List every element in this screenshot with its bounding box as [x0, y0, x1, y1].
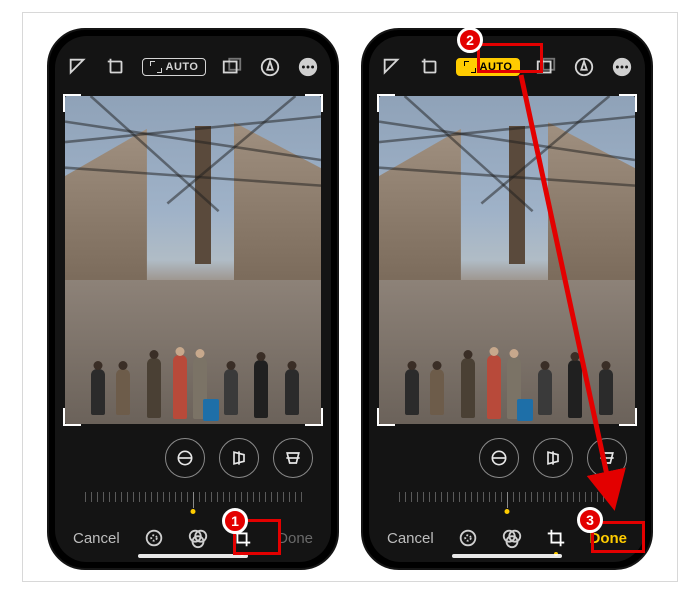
markup-icon[interactable]: [573, 56, 595, 78]
auto-button[interactable]: AUTO: [456, 58, 521, 76]
filters-tab-icon[interactable]: [187, 527, 209, 549]
angle-slider[interactable]: [369, 486, 645, 514]
more-icon[interactable]: [297, 56, 319, 78]
aspect-ratio-icon[interactable]: [535, 56, 557, 78]
angle-slider[interactable]: [55, 486, 331, 514]
perspective-h-button[interactable]: [219, 438, 259, 478]
aspect-ratio-icon[interactable]: [221, 56, 243, 78]
filters-tab-icon[interactable]: [501, 527, 523, 549]
slider-indicator-dot: [191, 509, 196, 514]
straighten-button[interactable]: [479, 438, 519, 478]
crop-handle-br[interactable]: [619, 408, 637, 426]
cancel-button[interactable]: Cancel: [73, 530, 120, 547]
adjust-tab-icon[interactable]: [143, 527, 165, 549]
perspective-v-button[interactable]: [587, 438, 627, 478]
flip-vertical-icon[interactable]: [67, 56, 89, 78]
auto-label: AUTO: [480, 61, 513, 73]
perspective-h-button[interactable]: [533, 438, 573, 478]
done-button[interactable]: Done: [589, 530, 627, 547]
crop-handle-tl[interactable]: [377, 94, 395, 112]
crop-handle-tr[interactable]: [619, 94, 637, 112]
home-indicator: [138, 554, 248, 558]
slider-indicator-dot: [505, 509, 510, 514]
perspective-v-button[interactable]: [273, 438, 313, 478]
straighten-button[interactable]: [165, 438, 205, 478]
crop-handle-bl[interactable]: [377, 408, 395, 426]
screen-left: AUTO: [55, 36, 331, 562]
crop-handle-br[interactable]: [305, 408, 323, 426]
phone-frame-right: AUTO: [361, 28, 653, 570]
photo-preview: [65, 96, 321, 424]
more-icon[interactable]: [611, 56, 633, 78]
done-button[interactable]: Done: [277, 530, 313, 547]
adjust-tab-icon[interactable]: [457, 527, 479, 549]
phone-frame-left: AUTO: [47, 28, 339, 570]
crop-handle-tl[interactable]: [63, 94, 81, 112]
auto-label: AUTO: [166, 61, 199, 73]
top-toolbar: AUTO: [369, 36, 645, 88]
crop-handle-bl[interactable]: [63, 408, 81, 426]
photo-crop-area[interactable]: [379, 96, 635, 424]
crop-tab-icon[interactable]: [545, 527, 567, 549]
auto-bracket-icon: [150, 61, 162, 73]
auto-bracket-icon: [464, 61, 476, 73]
crop-tab-icon[interactable]: [231, 527, 253, 549]
auto-button[interactable]: AUTO: [142, 58, 207, 76]
rotate-icon[interactable]: [105, 56, 127, 78]
photo-crop-area[interactable]: [65, 96, 321, 424]
photo-preview: [379, 96, 635, 424]
flip-vertical-icon[interactable]: [381, 56, 403, 78]
crop-handle-tr[interactable]: [305, 94, 323, 112]
cancel-button[interactable]: Cancel: [387, 530, 434, 547]
top-toolbar: AUTO: [55, 36, 331, 88]
markup-icon[interactable]: [259, 56, 281, 78]
adjust-row: [55, 430, 331, 486]
screen-right: AUTO: [369, 36, 645, 562]
adjust-row: [369, 430, 645, 486]
rotate-icon[interactable]: [419, 56, 441, 78]
home-indicator: [452, 554, 562, 558]
